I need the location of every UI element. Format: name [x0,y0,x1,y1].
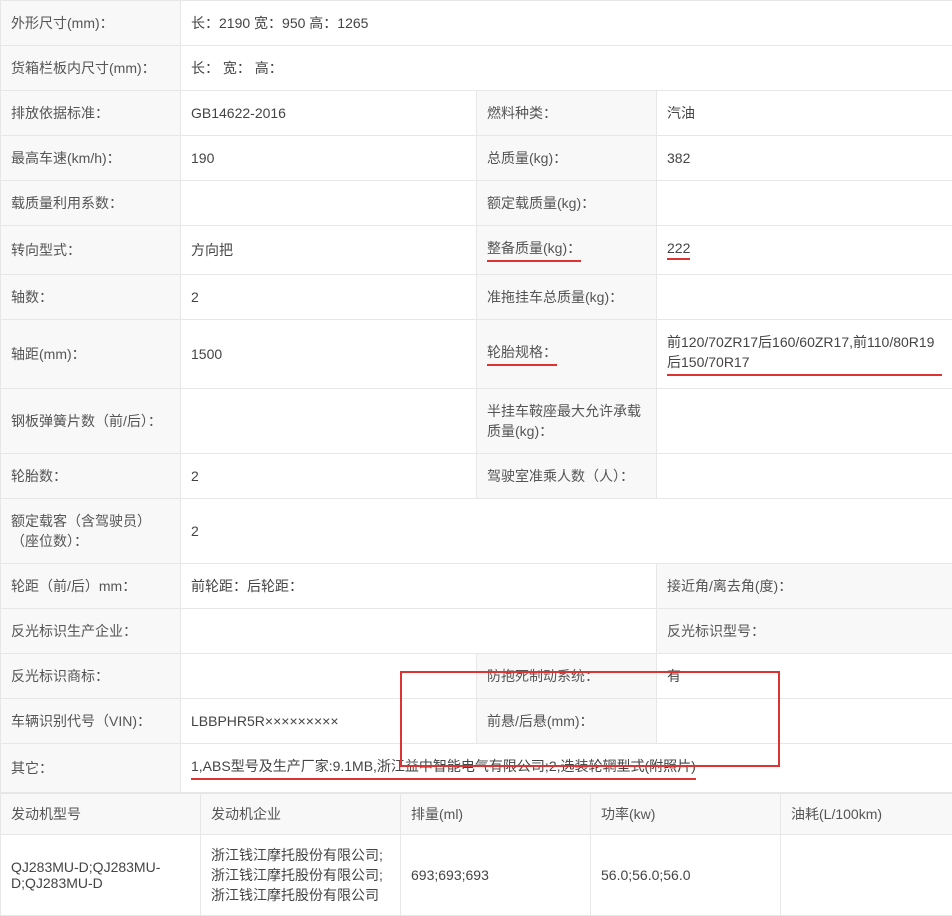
engine-model: QJ283MU-D;QJ283MU-D;QJ283MU-D [1,835,201,916]
fuel-label: 燃料种类： [477,91,657,136]
spec-sheet: 外形尺寸(mm)： 长：2190 宽：950 高：1265 货箱栏板内尺寸(mm… [0,0,952,916]
other-value: 1,ABS型号及生产厂家:9.1MB,浙江益中智能电气有限公司;2,选装轮辋型式… [181,744,952,793]
saddle-label: 半挂车鞍座最大允许承载质量(kg)： [477,389,657,454]
rated-value [657,181,952,226]
wheelbase-value: 1500 [181,320,477,389]
abs-label: 防抱死制动系统： [477,654,657,699]
steer-value: 方向把 [181,226,477,275]
passenger-label: 额定载客（含驾驶员）（座位数）： [1,499,181,564]
row-dimensions: 外形尺寸(mm)： 长：2190 宽：950 高：1265 [1,1,952,46]
curb-label: 整备质量(kg)： [477,226,657,275]
engine-fuel [781,835,952,916]
rated-label: 额定载质量(kg)： [477,181,657,226]
row-other: 其它： 1,ABS型号及生产厂家:9.1MB,浙江益中智能电气有限公司;2,选装… [1,744,952,793]
refl-brand-label: 反光标识商标： [1,654,181,699]
dim-value: 长：2190 宽：950 高：1265 [181,1,952,46]
row-passenger: 额定载客（含驾驶员）（座位数）： 2 [1,499,952,564]
tirecount-label: 轮胎数： [1,454,181,499]
spec-table: 外形尺寸(mm)： 长：2190 宽：950 高：1265 货箱栏板内尺寸(mm… [0,0,952,793]
row-refl-mfr: 反光标识生产企业： 反光标识型号： [1,609,952,654]
engine-power: 56.0;56.0;56.0 [591,835,781,916]
overhang-label: 前悬/后悬(mm)： [477,699,657,744]
row-emission: 排放依据标准： GB14622-2016 燃料种类： 汽油 [1,91,952,136]
passenger-value: 2 [181,499,952,564]
row-wheelbase: 轴距(mm)： 1500 轮胎规格： 前120/70ZR17后160/60ZR1… [1,320,952,389]
engine-h-power: 功率(kw) [591,794,781,835]
loadcoef-label: 载质量利用系数： [1,181,181,226]
row-steer: 转向型式： 方向把 整备质量(kg)： 222 [1,226,952,275]
curb-label-text: 整备质量(kg)： [487,238,581,262]
tire-label: 轮胎规格： [477,320,657,389]
engine-header-row: 发动机型号 发动机企业 排量(ml) 功率(kw) 油耗(L/100km) [1,794,952,835]
row-vin: 车辆识别代号（VIN)： LBBPHR5R××××××××× 前悬/后悬(mm)… [1,699,952,744]
gross-label: 总质量(kg)： [477,136,657,181]
leaf-label: 钢板弹簧片数（前/后）： [1,389,181,454]
emission-value: GB14622-2016 [181,91,477,136]
row-tirecount: 轮胎数： 2 驾驶室准乘人数（人）： [1,454,952,499]
overhang-value [657,699,952,744]
engine-h-disp: 排量(ml) [401,794,591,835]
trailer-label: 准拖挂车总质量(kg)： [477,275,657,320]
row-cargo: 货箱栏板内尺寸(mm)： 长： 宽： 高： [1,46,952,91]
refl-mfr-label: 反光标识生产企业： [1,609,181,654]
steer-label: 转向型式： [1,226,181,275]
emission-label: 排放依据标准： [1,91,181,136]
saddle-value [657,389,952,454]
cargo-label: 货箱栏板内尺寸(mm)： [1,46,181,91]
tirecount-value: 2 [181,454,477,499]
row-refl-brand: 反光标识商标： 防抱死制动系统： 有 [1,654,952,699]
dim-label: 外形尺寸(mm)： [1,1,181,46]
refl-model-label: 反光标识型号： [657,609,952,654]
maxspeed-label: 最高车速(km/h)： [1,136,181,181]
axles-label: 轴数： [1,275,181,320]
engine-data-row: QJ283MU-D;QJ283MU-D;QJ283MU-D 浙江钱江摩托股份有限… [1,835,952,916]
row-maxspeed: 最高车速(km/h)： 190 总质量(kg)： 382 [1,136,952,181]
tire-value: 前120/70ZR17后160/60ZR17,前110/80R19后150/70… [657,320,952,389]
engine-h-fuel: 油耗(L/100km) [781,794,952,835]
axles-value: 2 [181,275,477,320]
cargo-value: 长： 宽： 高： [181,46,952,91]
abs-value: 有 [657,654,952,699]
vin-label: 车辆识别代号（VIN)： [1,699,181,744]
other-label: 其它： [1,744,181,793]
refl-brand-value [181,654,477,699]
other-value-text: 1,ABS型号及生产厂家:9.1MB,浙江益中智能电气有限公司;2,选装轮辋型式… [191,756,696,780]
track-label: 轮距（前/后）mm： [1,564,181,609]
tire-value-text: 前120/70ZR17后160/60ZR17,前110/80R19后150/70… [667,332,942,376]
curb-value-text: 222 [667,240,690,260]
engine-mfr: 浙江钱江摩托股份有限公司;浙江钱江摩托股份有限公司;浙江钱江摩托股份有限公司 [201,835,401,916]
engine-h-model: 发动机型号 [1,794,201,835]
row-loadcoef: 载质量利用系数： 额定载质量(kg)： [1,181,952,226]
curb-value: 222 [657,226,952,275]
angle-label: 接近角/离去角(度)： [657,564,952,609]
leaf-value [181,389,477,454]
gross-value: 382 [657,136,952,181]
cab-label: 驾驶室准乘人数（人）： [477,454,657,499]
wheelbase-label: 轴距(mm)： [1,320,181,389]
engine-table: 发动机型号 发动机企业 排量(ml) 功率(kw) 油耗(L/100km) QJ… [0,793,952,916]
fuel-value: 汽油 [657,91,952,136]
engine-disp: 693;693;693 [401,835,591,916]
tire-label-text: 轮胎规格： [487,342,557,366]
engine-h-mfr: 发动机企业 [201,794,401,835]
row-track: 轮距（前/后）mm： 前轮距：后轮距： 接近角/离去角(度)： [1,564,952,609]
trailer-value [657,275,952,320]
refl-mfr-value [181,609,657,654]
loadcoef-value [181,181,477,226]
row-leaf: 钢板弹簧片数（前/后）： 半挂车鞍座最大允许承载质量(kg)： [1,389,952,454]
vin-value: LBBPHR5R××××××××× [181,699,477,744]
row-axles: 轴数： 2 准拖挂车总质量(kg)： [1,275,952,320]
track-value: 前轮距：后轮距： [181,564,657,609]
cab-value [657,454,952,499]
maxspeed-value: 190 [181,136,477,181]
